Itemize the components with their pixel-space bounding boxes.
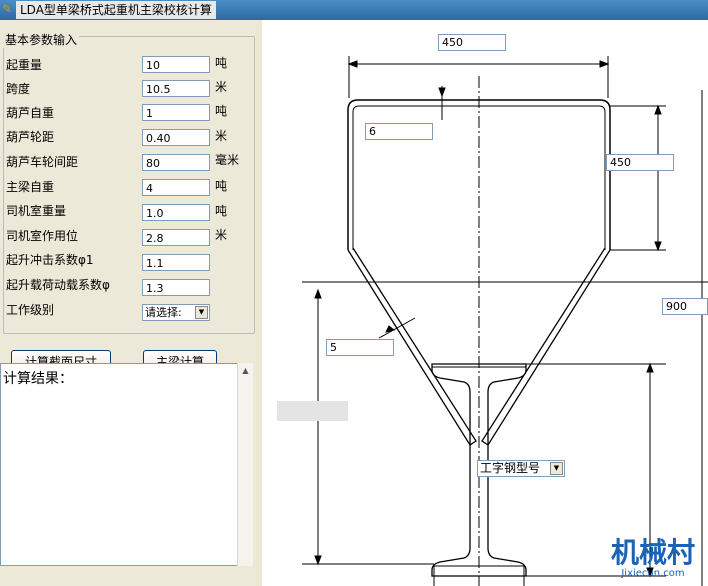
title-bar[interactable]: ✎ LDA型单梁桥式起重机主梁校核计算 — [0, 0, 708, 20]
param-label-cab-position: 司机室作用位 — [6, 229, 79, 243]
arrow-i-top — [646, 362, 654, 373]
hoist-wheelbase-unit: 米 — [215, 129, 228, 143]
param-label-cab-weight: 司机室重量 — [6, 204, 67, 218]
param-label-lifting-capacity: 起重量 — [6, 58, 43, 72]
hoist-wheelbase-input[interactable]: 0.40 — [142, 129, 210, 146]
cab-weight-input[interactable]: 1.0 — [142, 204, 210, 221]
wheel-spacing-input[interactable]: 80 — [142, 154, 210, 171]
lifting-capacity-input[interactable]: 10 — [142, 56, 210, 73]
total-height-input[interactable]: 900 — [662, 298, 708, 315]
result-scrollbar[interactable]: ▲ — [237, 363, 253, 566]
placeholder-box — [277, 401, 348, 421]
span-unit: 米 — [215, 80, 228, 94]
watermark-main: 机械村 — [610, 536, 695, 569]
cab-position-input[interactable]: 2.8 — [142, 229, 210, 246]
hoist-weight-input[interactable]: 1 — [142, 104, 210, 121]
result-label: 计算结果： — [3, 371, 73, 387]
top-thickness-arrow — [438, 87, 446, 98]
web-thickness-arrow — [385, 325, 396, 333]
arrow-left-bottom — [314, 555, 322, 566]
i-beam-type-selected: 工字钢型号 — [480, 461, 541, 475]
top-width-input[interactable]: 450 — [438, 34, 506, 51]
param-label-dynamic-factor: 起升载荷动载系数φ — [6, 278, 110, 292]
app-icon: ✎ — [2, 2, 13, 16]
watermark-sub: Jixiecun.com — [621, 568, 685, 579]
work-level-selected: 请选择: — [145, 306, 182, 319]
chevron-down-icon[interactable]: ▼ — [550, 462, 563, 475]
param-label-hoist-weight: 葫芦自重 — [6, 106, 55, 120]
arrow-box-top — [654, 104, 662, 115]
web-thickness-leader — [378, 317, 416, 339]
impact-factor-input[interactable]: 1.1 — [142, 254, 210, 271]
chevron-down-icon[interactable]: ▼ — [195, 306, 208, 319]
arrow-top-left — [347, 60, 358, 68]
watermark-logo: 机械村 Jixiecun.com — [600, 538, 706, 580]
web-right — [481, 247, 611, 446]
scroll-up-icon[interactable]: ▲ — [238, 363, 253, 378]
box-height-input[interactable]: 450 — [606, 154, 674, 171]
param-label-work-level: 工作级别 — [6, 303, 55, 317]
web-thickness-input[interactable]: 5 — [326, 339, 394, 356]
param-label-span: 跨度 — [6, 82, 31, 96]
wheel-spacing-unit: 毫米 — [215, 153, 240, 167]
param-label-beam-weight: 主梁自重 — [6, 180, 55, 194]
lifting-capacity-unit: 吨 — [215, 56, 228, 70]
work-level-select[interactable]: 请选择: ▼ — [142, 304, 210, 321]
result-textarea[interactable]: 计算结果： — [0, 363, 252, 566]
i-beam-type-select[interactable]: 工字钢型号 ▼ — [477, 460, 565, 477]
cab-weight-unit: 吨 — [215, 204, 228, 218]
cab-position-unit: 米 — [215, 228, 228, 242]
arrow-top-right — [599, 60, 610, 68]
beam-weight-input[interactable]: 4 — [142, 179, 210, 196]
hoist-weight-unit: 吨 — [215, 104, 228, 118]
arrow-left-top — [314, 288, 322, 299]
window-title: LDA型单梁桥式起重机主梁校核计算 — [16, 1, 216, 19]
param-label-hoist-wheelbase: 葫芦轮距 — [6, 130, 55, 144]
top-thickness-input[interactable]: 6 — [365, 123, 433, 140]
dynamic-factor-input[interactable]: 1.3 — [142, 279, 210, 296]
param-label-wheel-spacing: 葫芦车轮间距 — [6, 155, 79, 169]
cross-section-drawing — [302, 56, 708, 586]
span-input[interactable]: 10.5 — [142, 80, 210, 97]
params-group-title: 基本参数输入 — [3, 31, 80, 48]
param-label-impact-factor: 起升冲击系数φ1 — [6, 253, 94, 267]
arrow-box-bottom — [654, 241, 662, 252]
beam-weight-unit: 吨 — [215, 179, 228, 193]
